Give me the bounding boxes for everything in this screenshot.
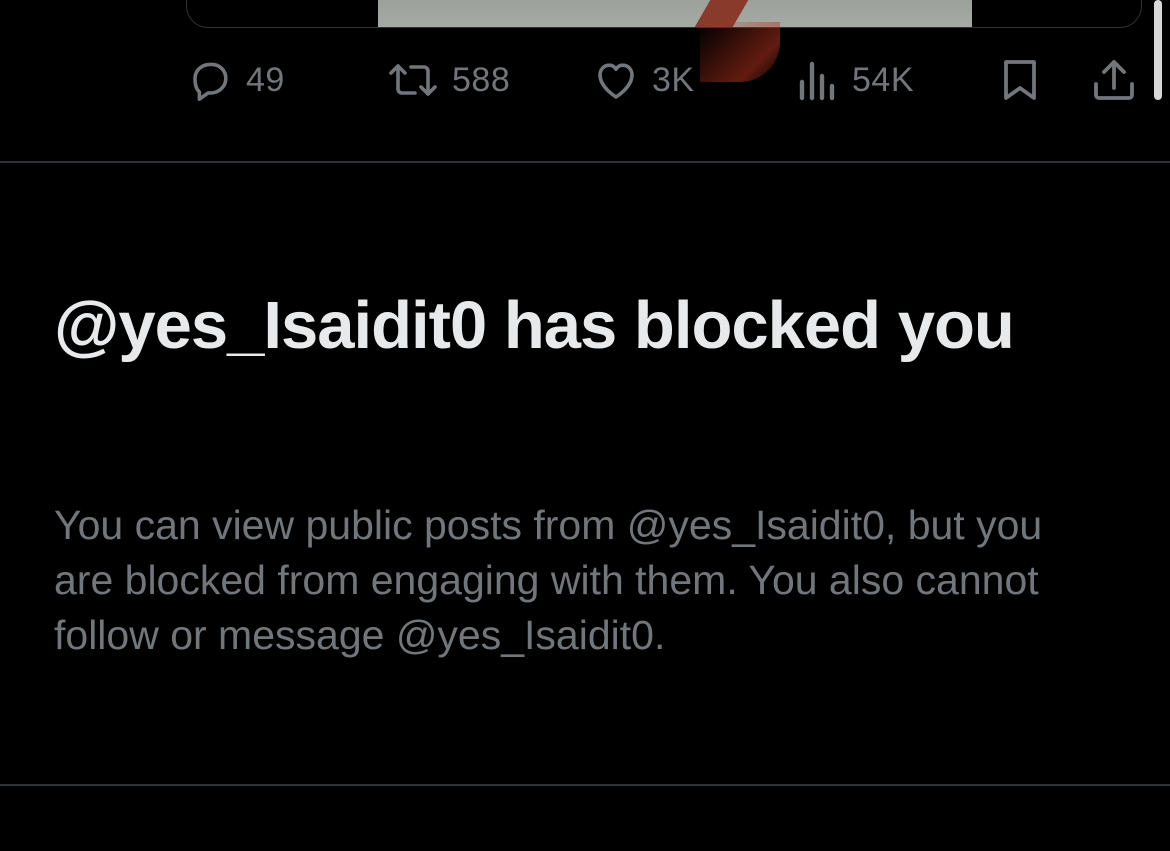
blocked-title: @yes_Isaidit0 has blocked you bbox=[54, 288, 1015, 363]
views-count: 54K bbox=[852, 60, 914, 99]
bookmark-button[interactable] bbox=[998, 52, 1042, 108]
bookmark-icon bbox=[998, 56, 1042, 104]
repost-button[interactable]: 588 bbox=[386, 52, 510, 108]
views-button[interactable]: 54K bbox=[796, 52, 914, 108]
post-media-image[interactable] bbox=[378, 0, 972, 27]
reply-icon bbox=[186, 56, 234, 104]
heart-icon bbox=[592, 56, 640, 104]
post-action-bar: 49 588 3K 54K bbox=[0, 52, 1170, 108]
repost-count: 588 bbox=[452, 60, 511, 99]
like-count: 3K bbox=[652, 60, 695, 99]
reply-button[interactable]: 49 bbox=[186, 52, 285, 108]
reply-count: 49 bbox=[246, 60, 285, 99]
views-chart-icon bbox=[796, 56, 840, 104]
blocked-description: You can view public posts from @yes_Isai… bbox=[54, 502, 1043, 658]
like-button[interactable]: 3K bbox=[592, 52, 695, 108]
repost-icon bbox=[386, 56, 440, 104]
share-icon bbox=[1090, 56, 1138, 104]
divider bbox=[0, 161, 1170, 163]
share-button[interactable] bbox=[1090, 52, 1138, 108]
post-media-card[interactable] bbox=[186, 0, 1142, 28]
divider bbox=[0, 784, 1170, 786]
